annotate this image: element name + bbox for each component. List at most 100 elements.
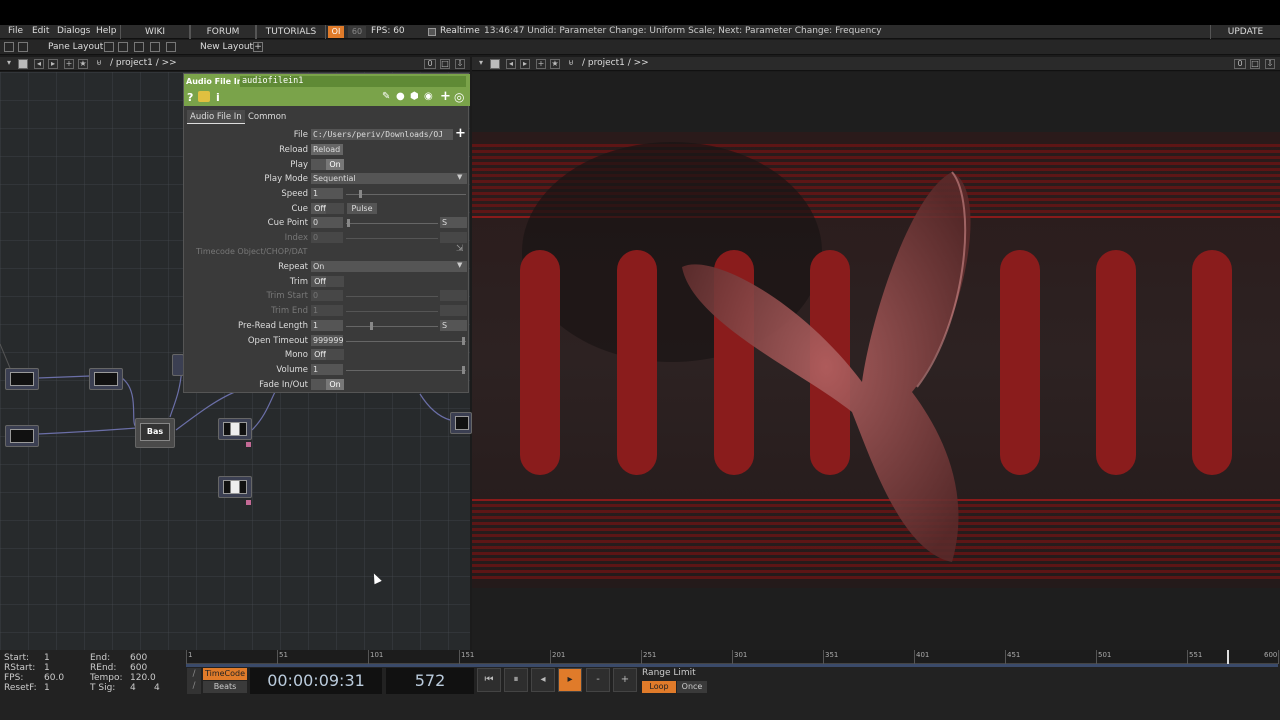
- loop-button[interactable]: Loop: [642, 681, 676, 693]
- timecode-display[interactable]: 00:00:09:31: [250, 668, 382, 694]
- python-icon[interactable]: ◉: [424, 91, 433, 102]
- resetf-value[interactable]: 1: [44, 683, 50, 693]
- index-slider[interactable]: [346, 238, 438, 239]
- menu-edit[interactable]: Edit: [32, 26, 49, 36]
- realtime-checkbox[interactable]: [428, 28, 436, 36]
- viewer-add-icon[interactable]: +: [536, 59, 546, 69]
- network-node[interactable]: [5, 425, 39, 447]
- network-node[interactable]: [450, 412, 472, 434]
- info-icon[interactable]: i: [216, 91, 220, 104]
- viewer-path-edit-icon[interactable]: ⊌: [566, 59, 576, 69]
- wiki-button[interactable]: WIKI: [120, 25, 190, 39]
- file-browse-icon[interactable]: +: [455, 126, 466, 141]
- range-bar[interactable]: [186, 664, 1278, 667]
- playhead[interactable]: [1227, 650, 1229, 664]
- back-icon[interactable]: ◂: [34, 59, 44, 69]
- trim-end-slider[interactable]: [346, 311, 438, 312]
- frame-display[interactable]: 572: [386, 668, 474, 694]
- fade-toggle[interactable]: On: [326, 379, 344, 390]
- network-node[interactable]: [89, 368, 123, 390]
- rewind-to-start-icon[interactable]: ⏮: [477, 668, 501, 692]
- pre-read-slider[interactable]: [346, 326, 438, 327]
- rstart-value[interactable]: 1: [44, 663, 50, 673]
- bas-node[interactable]: Bas: [135, 418, 175, 448]
- pre-read-slider-handle[interactable]: [370, 322, 373, 330]
- add-parameter-icon[interactable]: +: [440, 89, 451, 104]
- tab-audio-file-in[interactable]: Audio File In: [187, 110, 245, 124]
- layout-single-icon[interactable]: [104, 42, 114, 52]
- menu-help[interactable]: Help: [96, 26, 117, 36]
- cue-point-unit-menu[interactable]: S: [440, 217, 467, 228]
- python-help-icon[interactable]: [198, 91, 210, 102]
- trim-end-unit-menu[interactable]: [440, 305, 467, 316]
- tab-common[interactable]: Common: [246, 110, 288, 124]
- end-value[interactable]: 600: [130, 653, 147, 663]
- tsig-denominator[interactable]: 4: [154, 683, 160, 693]
- network-node[interactable]: [5, 368, 39, 390]
- pane-menu-icon[interactable]: ▾: [4, 59, 14, 69]
- viewer-back-icon[interactable]: ◂: [506, 59, 516, 69]
- trim-start-field[interactable]: 0: [311, 290, 343, 301]
- layout-hsplit-icon[interactable]: [134, 42, 144, 52]
- cue-point-slider-handle[interactable]: [347, 219, 350, 227]
- tempo-value[interactable]: 120.0: [130, 673, 156, 683]
- network-node[interactable]: [218, 418, 252, 440]
- network-path[interactable]: / project1 / >>: [110, 58, 177, 68]
- layout-split-icon[interactable]: [118, 42, 128, 52]
- comment-icon[interactable]: ●: [396, 91, 405, 102]
- node-output-pin[interactable]: [246, 500, 251, 505]
- timecode-drop-icon[interactable]: ⇲: [456, 244, 464, 254]
- viewer-path[interactable]: / project1 / >>: [582, 58, 649, 68]
- pre-read-unit-menu[interactable]: S: [440, 320, 467, 331]
- forward-icon[interactable]: ▸: [48, 59, 58, 69]
- tag-icon[interactable]: ⬢: [410, 91, 419, 102]
- speed-slider-handle[interactable]: [359, 190, 362, 198]
- step-back-icon[interactable]: ◂: [531, 668, 555, 692]
- cue-point-slider[interactable]: [346, 223, 438, 224]
- play-mode-menu[interactable]: Sequential: [311, 173, 467, 184]
- fps-value[interactable]: 60.0: [44, 673, 64, 683]
- beats-mode-button[interactable]: Beats: [203, 681, 247, 693]
- start-value[interactable]: 1: [44, 653, 50, 663]
- edit-icon[interactable]: ✎: [382, 91, 390, 102]
- index-field[interactable]: 0: [311, 232, 343, 243]
- menu-file[interactable]: File: [8, 26, 23, 36]
- play-icon[interactable]: ▸: [558, 668, 582, 692]
- cue-pulse-button[interactable]: Pulse: [347, 203, 377, 214]
- timecode-edit-icon[interactable]: / /: [187, 668, 201, 694]
- tutorials-button[interactable]: TUTORIALS: [256, 25, 326, 39]
- layout-icon[interactable]: [4, 42, 14, 52]
- index-unit-menu[interactable]: [440, 232, 467, 243]
- viewer-pane-split-icon[interactable]: ⇩: [1265, 59, 1275, 69]
- speed-field[interactable]: 1: [311, 188, 343, 199]
- forum-button[interactable]: FORUM: [190, 25, 256, 39]
- operator-name-field[interactable]: audiofilein1: [240, 76, 466, 87]
- open-timeout-slider[interactable]: [346, 341, 466, 342]
- once-button[interactable]: Once: [677, 681, 707, 693]
- node-output-pin[interactable]: [246, 442, 251, 447]
- timeline-ruler[interactable]: 1 51 101 151 201 251 301 351 401 451 501 551 600: [186, 650, 1279, 664]
- rend-value[interactable]: 600: [130, 663, 147, 673]
- mono-on-side[interactable]: [326, 349, 344, 360]
- open-timeout-field[interactable]: 999999: [311, 335, 344, 346]
- volume-field[interactable]: 1: [311, 364, 343, 375]
- add-layout-button[interactable]: +: [253, 42, 263, 52]
- menu-dialogs[interactable]: Dialogs: [57, 26, 90, 36]
- path-edit-icon[interactable]: ⊌: [94, 59, 104, 69]
- viewer-forward-icon[interactable]: ▸: [520, 59, 530, 69]
- target-icon[interactable]: ◎: [454, 90, 464, 104]
- network-node[interactable]: [218, 476, 252, 498]
- cue-point-field[interactable]: 0: [311, 217, 343, 228]
- reload-button[interactable]: Reload: [311, 144, 343, 155]
- bookmark-icon[interactable]: ★: [78, 59, 88, 69]
- cue-on-side[interactable]: [326, 203, 344, 214]
- pause-icon[interactable]: ⏸: [504, 668, 528, 692]
- viewer-pane-type-icon[interactable]: [490, 59, 500, 69]
- file-path-field[interactable]: C:/Users/periv/Downloads/OJ: [311, 129, 453, 140]
- layout-triple-icon[interactable]: [150, 42, 160, 52]
- play-toggle[interactable]: On: [326, 159, 344, 170]
- trim-on-side[interactable]: [326, 276, 344, 287]
- pane-type-icon[interactable]: [18, 59, 28, 69]
- maximize-icon[interactable]: □: [440, 59, 450, 69]
- viewer-bookmark-icon[interactable]: ★: [550, 59, 560, 69]
